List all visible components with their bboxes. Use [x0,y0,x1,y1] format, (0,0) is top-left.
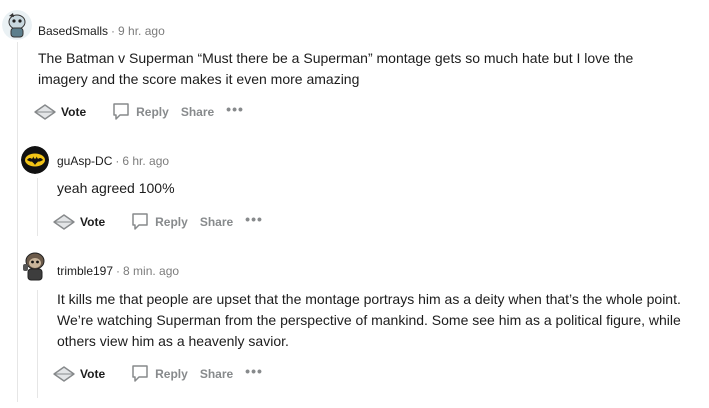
vote-button[interactable]: Vote [33,102,86,122]
comment-bubble-icon [113,103,129,120]
share-button[interactable]: Share [181,105,214,119]
comment-meta: guAsp-DC · 6 hr. ago [57,153,169,169]
more-options-icon[interactable]: ••• [245,212,263,230]
username[interactable]: BasedSmalls [38,24,108,38]
vote-button[interactable]: Vote [52,364,105,384]
thread-line[interactable] [37,290,38,398]
reply-label: Reply [136,105,169,119]
snoo-avatar-icon [23,252,45,281]
vote-button[interactable]: Vote [52,212,105,232]
timestamp[interactable]: 6 hr. ago [122,154,169,168]
comment-bubble-icon [132,365,148,382]
comment-actions: Vote Reply Share ••• [52,210,263,234]
avatar[interactable] [20,250,50,282]
reply-button[interactable]: Reply [131,212,188,232]
timestamp[interactable]: 9 hr. ago [118,24,165,38]
avatar[interactable] [21,146,49,174]
vote-arrows-icon [53,366,75,382]
comment-actions: Vote Reply Share ••• [52,362,263,386]
vote-arrows-icon [34,104,56,120]
more-options-icon[interactable]: ••• [226,102,244,120]
meta-separator: · [116,264,121,278]
comment-meta: BasedSmalls · 9 hr. ago [38,23,165,39]
comment-body: yeah agreed 100% [57,180,175,196]
vote-label: Vote [80,215,106,229]
comment-body: It kills me that people are upset that t… [57,291,681,349]
meta-separator: · [115,154,120,168]
comment-body: The Batman v Superman “Must there be a S… [38,50,634,87]
snoo-avatar-icon [2,10,32,40]
timestamp[interactable]: 8 min. ago [123,264,179,278]
avatar[interactable] [2,10,32,40]
share-button[interactable]: Share [200,367,233,381]
username[interactable]: guAsp-DC [57,154,112,168]
reply-label: Reply [155,367,188,381]
share-button[interactable]: Share [200,215,233,229]
reply-label: Reply [155,215,188,229]
more-options-icon[interactable]: ••• [245,364,263,382]
meta-separator: · [111,24,116,38]
vote-label: Vote [61,105,87,119]
comment-bubble-icon [132,213,148,230]
bat-logo-icon [21,146,49,174]
comment-actions: Vote Reply Share ••• [33,100,244,124]
thread-line[interactable] [37,178,38,236]
reply-button[interactable]: Reply [131,364,188,384]
thread-line[interactable] [17,42,18,402]
vote-label: Vote [80,367,106,381]
vote-arrows-icon [53,214,75,230]
reply-button[interactable]: Reply [112,102,169,122]
username[interactable]: trimble197 [57,264,113,278]
comment-meta: trimble197 · 8 min. ago [57,263,179,279]
